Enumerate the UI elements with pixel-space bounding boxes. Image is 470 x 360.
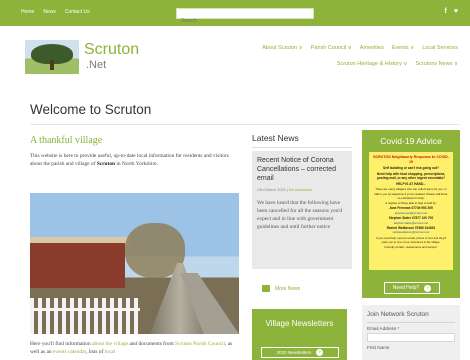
email-label: Email Address * [367,326,400,331]
link-about-village[interactable]: about the village [92,341,128,347]
news-item-meta: 23rd March 2020 | No comments [257,188,313,192]
email-field[interactable] [367,333,455,342]
nav-heritage-history[interactable]: Scruton Heritage & History ∨ [337,60,408,68]
divider [367,322,455,323]
nav-parish-council[interactable]: Parish Council ∨ [311,44,352,52]
twitter-icon[interactable]: ♥ [454,7,458,16]
link-parish-council[interactable]: Scruton Parish Council [175,341,225,347]
divider [30,124,460,125]
main-nav-row1: About Scruton ∨ Parish Council ∨ Ameniti… [262,44,458,52]
nav-local-services[interactable]: Local Services [422,44,458,52]
covid-advice-panel: Covid-19 Advice SCRUTON Neighbourly Resp… [362,130,460,298]
search-input[interactable] [177,16,313,26]
join-network-title: Join Network Scruton [367,311,429,318]
nav-events[interactable]: Events ∨ [392,44,414,52]
arrow-right-icon: › [424,284,432,292]
top-bar: Home News Contact Us f ♥ [0,0,470,26]
covid-poster[interactable]: SCRUTON Neighbourly Response to COVID-19… [369,152,453,270]
site-name[interactable]: Scruton [84,41,139,59]
news-item: Recent Notice of Corona Cancellations – … [252,151,352,269]
join-network-panel: Join Network Scruton Email Address * Fir… [362,305,460,360]
news-item-title[interactable]: Recent Notice of Corona Cancellations – … [257,156,347,183]
site-logo[interactable] [25,40,79,74]
covid-advice-title: Covid-19 Advice [380,136,442,146]
facebook-icon[interactable]: f [445,7,447,16]
news-comments-link[interactable]: No comments [289,188,312,192]
intro-title: A thankful village [30,135,103,146]
page-title: Welcome to Scruton [30,102,152,117]
village-station-photo [30,193,239,334]
intro-text: This website is here to provide useful, … [30,153,229,167]
nav-about-scruton[interactable]: About Scruton ∨ [262,44,302,52]
main-nav-row2: Scruton Heritage & History ∨ Scrutons Ne… [337,60,458,68]
more-news-link[interactable]: More News [262,285,300,292]
top-nav-home[interactable]: Home [21,8,34,16]
need-help-button[interactable]: Need Help? › [384,282,440,294]
divider [252,147,352,148]
site-name-suffix: .Net [86,59,107,71]
top-nav-contact[interactable]: Contact Us [65,8,90,16]
news-item-body: We have heard that the following have be… [257,200,343,230]
social-links: f ♥ [445,7,459,16]
top-nav-news[interactable]: News [43,8,56,16]
nav-amenities[interactable]: Amenities [360,44,384,52]
nav-scrutons-news[interactable]: Scrutons News ∨ [415,60,458,68]
link-local[interactable]: local [105,349,115,355]
news-icon [262,285,270,292]
latest-news-title: Latest News [252,133,299,143]
arrow-right-icon: › [316,349,324,356]
link-events-calendar[interactable]: events calendar [53,349,86,355]
top-nav: Home News Contact Us [21,8,90,16]
newsletters-button[interactable]: 2020 Newsletters › [261,347,339,358]
intro-more-text: Here you'll find information about the v… [30,341,233,355]
first-name-label: First Name [367,345,390,350]
search-box [176,8,314,26]
village-newsletters-title: Village Newsletters [265,319,334,328]
village-newsletters-panel: Village Newsletters 2020 Newsletters › [252,309,347,360]
